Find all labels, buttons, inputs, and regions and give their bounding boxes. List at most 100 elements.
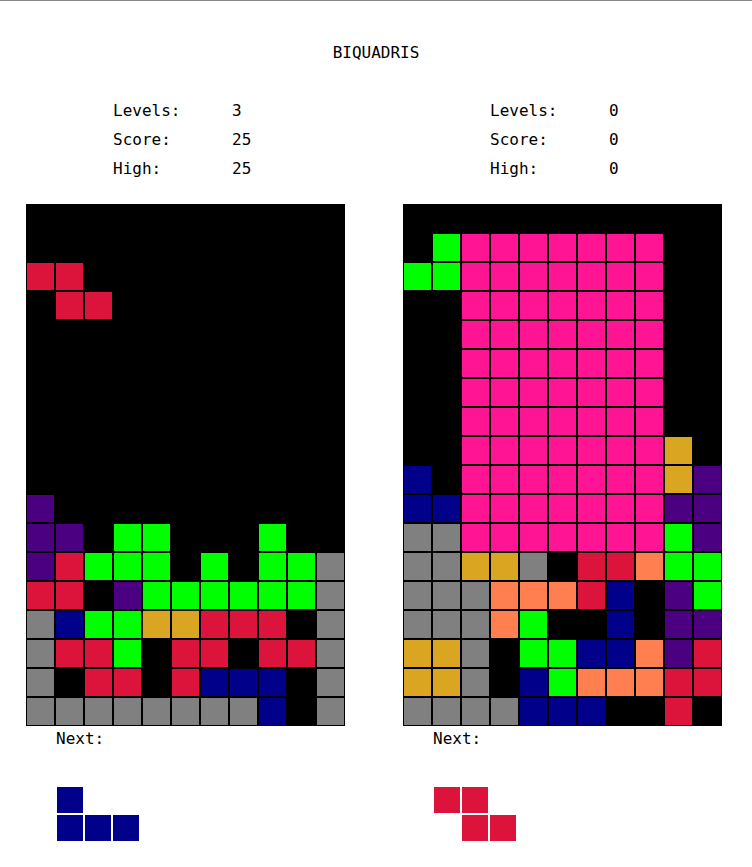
board-cell [432,320,461,349]
board-cell [461,320,490,349]
board-cell [461,523,490,552]
board-cell [664,465,693,494]
board-cell [403,581,432,610]
board-cell [287,523,316,552]
stat-row: Score:0 [490,125,723,154]
board-cell [403,610,432,639]
board-cell [26,407,55,436]
board-cell [84,320,113,349]
board-cell [84,581,113,610]
board-cell [113,552,142,581]
next-cell [84,814,112,842]
board-cell [664,436,693,465]
board-cell [258,581,287,610]
board-cell [200,320,229,349]
board-cell [84,349,113,378]
stats-panel: Levels:0Score:0High:0 [403,96,723,183]
board-cell [113,204,142,233]
board-cell [171,639,200,668]
board-cell [316,552,345,581]
board-cell [548,581,577,610]
stat-value: 25 [232,125,251,154]
board-cell [432,581,461,610]
board-cell [461,552,490,581]
board-cell [461,668,490,697]
board-cell [142,204,171,233]
board-cell [26,552,55,581]
board-cell [548,697,577,726]
stat-value: 0 [609,96,619,125]
board-cell [693,436,722,465]
board-cell [229,204,258,233]
next-piece [56,786,140,842]
board-cell [287,610,316,639]
board-cell [287,262,316,291]
board-cell [229,610,258,639]
board-cell [664,523,693,552]
board-cell [26,610,55,639]
board-cell [113,407,142,436]
board-cell [113,581,142,610]
board-cell [316,494,345,523]
board-cell [287,320,316,349]
board-cell [113,639,142,668]
board-cell [577,465,606,494]
board-cell [142,320,171,349]
board-cell [664,204,693,233]
board-cell [55,436,84,465]
game-board [403,204,722,726]
board-cell [26,291,55,320]
board-cell [258,465,287,494]
board-cell [548,668,577,697]
board-cell [84,494,113,523]
board-cell [26,581,55,610]
board-cell [84,262,113,291]
board-cell [606,378,635,407]
board-cell [171,494,200,523]
board-cell [432,523,461,552]
board-cell [693,639,722,668]
board-cell [287,552,316,581]
board-cell [55,262,84,291]
board-cell [55,610,84,639]
board-cell [461,697,490,726]
board-cell [316,465,345,494]
board-cell [490,407,519,436]
next-label: Next: [26,729,346,749]
next-cell [84,786,112,814]
board-cell [55,233,84,262]
board-cell [664,494,693,523]
board-cell [142,610,171,639]
next-cell [56,786,84,814]
board-cell [200,436,229,465]
stat-label: Score: [490,125,609,154]
stat-value: 0 [609,125,619,154]
board-cell [26,494,55,523]
board-cell [577,523,606,552]
board-cell [287,233,316,262]
board-cell [490,581,519,610]
board-cell [432,552,461,581]
board-cell [200,552,229,581]
board-cell [26,523,55,552]
board-cell [606,610,635,639]
board-cell [171,610,200,639]
stat-row: Levels:0 [490,96,723,125]
board-cell [664,378,693,407]
board-cell [606,262,635,291]
board-cell [200,494,229,523]
board-cell [229,436,258,465]
board-cell [26,320,55,349]
board-cell [548,494,577,523]
board-cell [403,204,432,233]
board-cell [258,697,287,726]
board-cell [548,639,577,668]
board-cell [519,291,548,320]
board-cell [635,291,664,320]
board-cell [142,436,171,465]
board-cell [142,639,171,668]
board-cell [142,697,171,726]
board-cell [171,552,200,581]
board-cell [693,320,722,349]
board-cell [55,349,84,378]
